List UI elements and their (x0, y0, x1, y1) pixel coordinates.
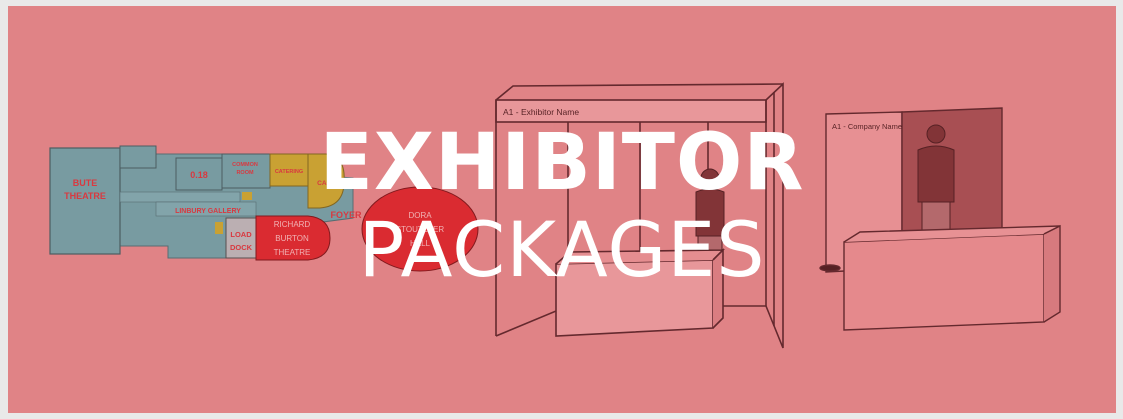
exhibitor-packages-banner: BUTE THEATRE 0.18 COMMON ROOM CATERING C… (8, 6, 1116, 413)
banner-title: EXHIBITOR PACKAGES (8, 124, 1116, 288)
title-exhibitor: EXHIBITOR (319, 118, 805, 208)
booth-fascia-label: A1 - Exhibitor Name (503, 107, 579, 117)
booth-top-rail (495, 83, 784, 101)
title-packages: PACKAGES (358, 205, 766, 294)
